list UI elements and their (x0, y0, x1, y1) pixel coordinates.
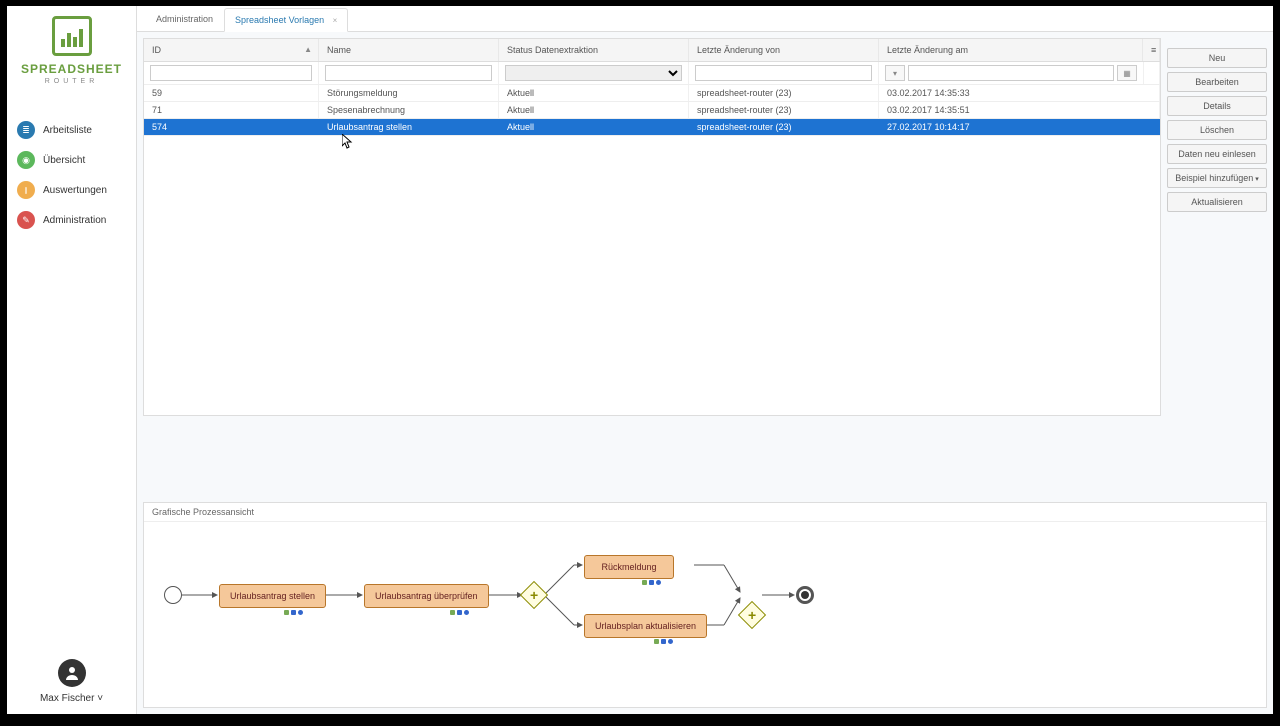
nav-administration[interactable]: ✎ Administration (7, 205, 136, 235)
task-marker-icons (450, 610, 469, 615)
date-picker-icon[interactable]: ▦ (1117, 65, 1137, 81)
sort-asc-icon: ▲ (304, 45, 312, 54)
bpmn-gateway[interactable] (738, 601, 766, 629)
task-marker-icons (642, 580, 661, 585)
templates-grid: ID▲ Name Status Datenextraktion Letzte Ä… (143, 38, 1161, 416)
date-operator-select[interactable]: ▾ (885, 65, 905, 81)
tab-bar: Administration Spreadsheet Vorlagen × (137, 6, 1273, 32)
new-button[interactable]: Neu (1167, 48, 1267, 68)
process-panel: Grafische Prozessansicht (143, 502, 1267, 708)
filter-id-input[interactable] (150, 65, 312, 81)
overview-icon: ◉ (17, 151, 35, 169)
close-icon[interactable]: × (333, 16, 338, 25)
nav-label: Auswertungen (43, 185, 107, 196)
brand-line1: SPREADSHEET (17, 62, 126, 76)
mouse-cursor-icon (342, 134, 354, 150)
task-marker-icons (284, 610, 303, 615)
bpmn-task[interactable]: Urlaubsplan aktualisieren (584, 614, 707, 638)
avatar-icon (58, 659, 86, 687)
tab-administration[interactable]: Administration (145, 7, 224, 31)
tab-spreadsheet-vorlagen[interactable]: Spreadsheet Vorlagen × (224, 8, 348, 32)
add-example-button[interactable]: Beispiel hinzufügen▾ (1167, 168, 1267, 188)
nav-label: Übersicht (43, 155, 85, 166)
gear-icon: ✎ (17, 211, 35, 229)
column-menu-icon[interactable]: ≡ (1143, 39, 1160, 61)
col-am[interactable]: Letzte Änderung am (879, 39, 1143, 61)
user-area[interactable]: Max Fischer ˅ (7, 649, 136, 714)
chevron-down-icon: ˅ (97, 693, 103, 704)
action-panel: Neu Bearbeiten Details Löschen Daten neu… (1167, 38, 1267, 496)
nav-label: Administration (43, 215, 106, 226)
table-row[interactable]: 574 Urlaubsantrag stellen Aktuell spread… (144, 119, 1160, 136)
grid-body: 59 Störungsmeldung Aktuell spreadsheet-r… (144, 85, 1160, 415)
col-name[interactable]: Name (319, 39, 499, 61)
bpmn-start-event[interactable] (164, 586, 182, 604)
list-icon: ≣ (17, 121, 35, 139)
filter-status-select[interactable] (505, 65, 682, 81)
bpmn-task[interactable]: Urlaubsantrag stellen (219, 584, 326, 608)
filter-name-input[interactable] (325, 65, 492, 81)
bpmn-task[interactable]: Rückmeldung (584, 555, 674, 579)
nav-arbeitsliste[interactable]: ≣ Arbeitsliste (7, 115, 136, 145)
logo: SPREADSHEET ROUTER (7, 6, 136, 95)
chart-icon: ⫾ (17, 181, 35, 199)
logo-icon (52, 16, 92, 56)
col-status[interactable]: Status Datenextraktion (499, 39, 689, 61)
nav-label: Arbeitsliste (43, 125, 92, 136)
col-von[interactable]: Letzte Änderung von (689, 39, 879, 61)
sidebar: SPREADSHEET ROUTER ≣ Arbeitsliste ◉ Über… (7, 6, 137, 714)
grid-filter-row: ▾ ▦ (144, 62, 1160, 85)
table-row[interactable]: 71 Spesenabrechnung Aktuell spreadsheet-… (144, 102, 1160, 119)
nav-uebersicht[interactable]: ◉ Übersicht (7, 145, 136, 175)
bpmn-task[interactable]: Urlaubsantrag überprüfen (364, 584, 489, 608)
filter-von-input[interactable] (695, 65, 872, 81)
col-id[interactable]: ID▲ (144, 39, 319, 61)
process-title: Grafische Prozessansicht (144, 503, 1266, 522)
process-canvas: Urlaubsantrag stellen Urlaubsantrag über… (144, 522, 1266, 707)
bpmn-end-event[interactable] (796, 586, 814, 604)
table-row[interactable]: 59 Störungsmeldung Aktuell spreadsheet-r… (144, 85, 1160, 102)
reload-data-button[interactable]: Daten neu einlesen (1167, 144, 1267, 164)
bpmn-gateway[interactable] (520, 581, 548, 609)
refresh-button[interactable]: Aktualisieren (1167, 192, 1267, 212)
caret-down-icon: ▾ (1255, 176, 1259, 183)
nav-auswertungen[interactable]: ⫾ Auswertungen (7, 175, 136, 205)
details-button[interactable]: Details (1167, 96, 1267, 116)
filter-am-input[interactable] (908, 65, 1114, 81)
edit-button[interactable]: Bearbeiten (1167, 72, 1267, 92)
brand-line2: ROUTER (17, 78, 126, 85)
tab-label: Spreadsheet Vorlagen (235, 15, 324, 25)
task-marker-icons (654, 639, 673, 644)
delete-button[interactable]: Löschen (1167, 120, 1267, 140)
grid-header: ID▲ Name Status Datenextraktion Letzte Ä… (144, 39, 1160, 62)
username: Max Fischer ˅ (17, 693, 126, 704)
